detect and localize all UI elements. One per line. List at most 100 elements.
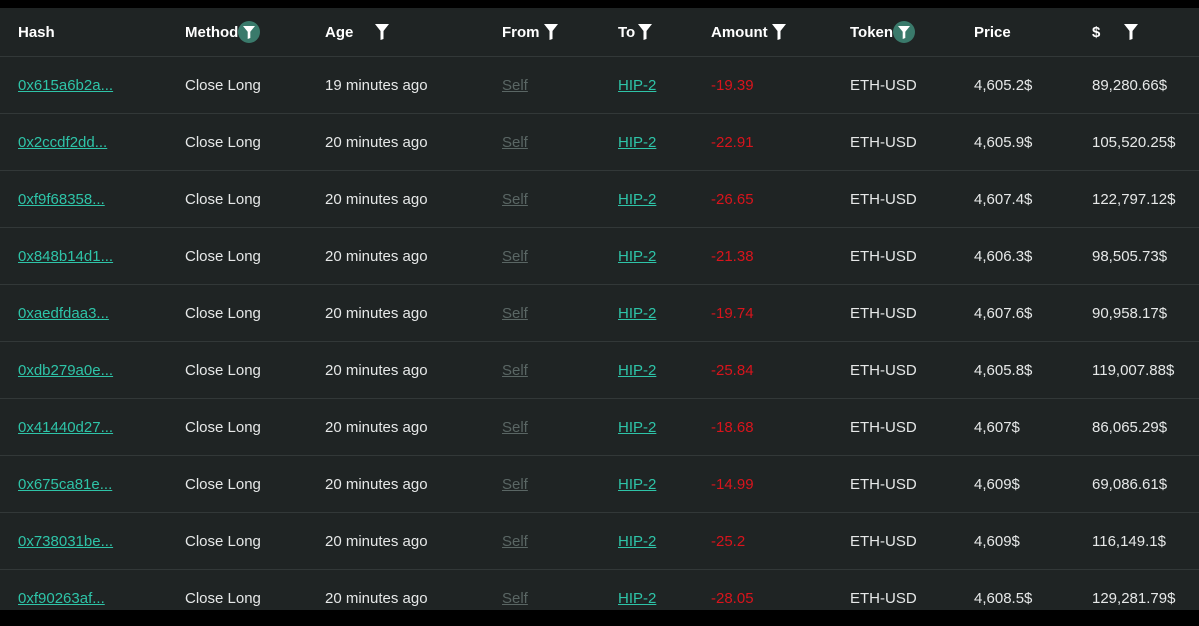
method-filter-active-icon[interactable] — [238, 21, 261, 43]
to-link[interactable]: HIP-2 — [618, 533, 656, 550]
amount-cell: -21.38 — [711, 247, 754, 265]
token-cell: ETH-USD — [850, 304, 917, 322]
price-cell: 4,606.3$ — [974, 247, 1033, 265]
table-row: 0x675ca81e... Close Long 20 minutes ago … — [0, 456, 1199, 513]
token-cell: ETH-USD — [850, 361, 917, 379]
tx-hash-link[interactable]: 0x848b14d1... — [18, 248, 113, 265]
from-link[interactable]: Self — [502, 77, 528, 94]
from-link[interactable]: Self — [502, 362, 528, 379]
column-header-from: From — [502, 8, 558, 56]
age-cell: 20 minutes ago — [325, 361, 428, 379]
usd-cell: 129,281.79$ — [1092, 589, 1176, 607]
usd-cell: 116,149.1$ — [1092, 532, 1166, 550]
to-link[interactable]: HIP-2 — [618, 191, 656, 208]
from-link[interactable]: Self — [502, 533, 528, 550]
tx-hash-link[interactable]: 0xf9f68358... — [18, 191, 105, 208]
column-header-method: Method — [185, 8, 261, 56]
token-cell: ETH-USD — [850, 76, 917, 94]
amount-cell: -25.84 — [711, 361, 754, 379]
price-cell: 4,608.5$ — [974, 589, 1033, 607]
price-cell: 4,605.8$ — [974, 361, 1033, 379]
token-cell: ETH-USD — [850, 532, 917, 550]
column-header-age: Age — [325, 8, 390, 56]
method-cell: Close Long — [185, 361, 261, 379]
price-cell: 4,605.9$ — [974, 133, 1033, 151]
age-cell: 19 minutes ago — [325, 76, 428, 94]
token-cell: ETH-USD — [850, 589, 917, 607]
amount-cell: -25.2 — [711, 532, 746, 550]
tx-hash-link[interactable]: 0xf90263af... — [18, 590, 105, 607]
tx-hash-link[interactable]: 0x615a6b2a... — [18, 77, 113, 94]
table-row: 0xdb279a0e... Close Long 20 minutes ago … — [0, 342, 1199, 399]
to-filter-icon[interactable] — [638, 24, 653, 40]
table-row: 0xf90263af... Close Long 20 minutes ago … — [0, 570, 1199, 626]
usd-filter-icon[interactable] — [1124, 24, 1139, 40]
token-cell: ETH-USD — [850, 133, 917, 151]
to-link[interactable]: HIP-2 — [618, 305, 656, 322]
method-cell: Close Long — [185, 190, 261, 208]
to-link[interactable]: HIP-2 — [618, 362, 656, 379]
token-cell: ETH-USD — [850, 190, 917, 208]
amount-cell: -14.99 — [711, 475, 754, 493]
token-cell: ETH-USD — [850, 247, 917, 265]
method-cell: Close Long — [185, 589, 261, 607]
transactions-table: Hash Method Age From To Amount Token Pri… — [0, 8, 1199, 610]
to-link[interactable]: HIP-2 — [618, 590, 656, 607]
tx-hash-link[interactable]: 0x2ccdf2dd... — [18, 134, 107, 151]
tx-hash-link[interactable]: 0x675ca81e... — [18, 476, 112, 493]
usd-cell: 105,520.25$ — [1092, 133, 1176, 151]
to-link[interactable]: HIP-2 — [618, 419, 656, 436]
price-cell: 4,607.6$ — [974, 304, 1033, 322]
table-row: 0x2ccdf2dd... Close Long 20 minutes ago … — [0, 114, 1199, 171]
method-cell: Close Long — [185, 76, 261, 94]
to-link[interactable]: HIP-2 — [618, 77, 656, 94]
age-cell: 20 minutes ago — [325, 418, 428, 436]
token-cell: ETH-USD — [850, 418, 917, 436]
table-row: 0x738031be... Close Long 20 minutes ago … — [0, 513, 1199, 570]
tx-hash-link[interactable]: 0x738031be... — [18, 533, 113, 550]
from-link[interactable]: Self — [502, 248, 528, 265]
method-cell: Close Long — [185, 304, 261, 322]
amount-cell: -22.91 — [711, 133, 754, 151]
tx-hash-link[interactable]: 0x41440d27... — [18, 419, 113, 436]
to-link[interactable]: HIP-2 — [618, 248, 656, 265]
method-cell: Close Long — [185, 133, 261, 151]
usd-cell: 122,797.12$ — [1092, 190, 1176, 208]
to-link[interactable]: HIP-2 — [618, 134, 656, 151]
from-link[interactable]: Self — [502, 191, 528, 208]
to-link[interactable]: HIP-2 — [618, 476, 656, 493]
amount-filter-icon[interactable] — [771, 24, 786, 40]
age-cell: 20 minutes ago — [325, 190, 428, 208]
column-header-amount: Amount — [711, 8, 786, 56]
table-row: 0xaedfdaa3... Close Long 20 minutes ago … — [0, 285, 1199, 342]
usd-cell: 119,007.88$ — [1092, 361, 1175, 379]
table-row: 0x848b14d1... Close Long 20 minutes ago … — [0, 228, 1199, 285]
age-cell: 20 minutes ago — [325, 247, 428, 265]
age-cell: 20 minutes ago — [325, 532, 428, 550]
tx-hash-link[interactable]: 0xaedfdaa3... — [18, 305, 109, 322]
token-filter-active-icon[interactable] — [893, 21, 916, 43]
column-header-hash: Hash — [18, 23, 55, 41]
age-cell: 20 minutes ago — [325, 475, 428, 493]
from-filter-icon[interactable] — [543, 24, 558, 40]
amount-cell: -26.65 — [711, 190, 754, 208]
from-link[interactable]: Self — [502, 590, 528, 607]
from-link[interactable]: Self — [502, 305, 528, 322]
method-cell: Close Long — [185, 247, 261, 265]
method-cell: Close Long — [185, 532, 261, 550]
age-cell: 20 minutes ago — [325, 133, 428, 151]
usd-cell: 98,505.73$ — [1092, 247, 1168, 265]
column-header-to: To — [618, 8, 653, 56]
price-cell: 4,609$ — [974, 475, 1020, 493]
table-row: 0xf9f68358... Close Long 20 minutes ago … — [0, 171, 1199, 228]
age-filter-icon[interactable] — [375, 24, 390, 40]
price-cell: 4,607$ — [974, 418, 1020, 436]
from-link[interactable]: Self — [502, 419, 528, 436]
from-link[interactable]: Self — [502, 476, 528, 493]
method-cell: Close Long — [185, 475, 261, 493]
from-link[interactable]: Self — [502, 134, 528, 151]
usd-cell: 90,958.17$ — [1092, 304, 1168, 322]
tx-hash-link[interactable]: 0xdb279a0e... — [18, 362, 113, 379]
amount-cell: -28.05 — [711, 589, 754, 607]
price-cell: 4,609$ — [974, 532, 1020, 550]
